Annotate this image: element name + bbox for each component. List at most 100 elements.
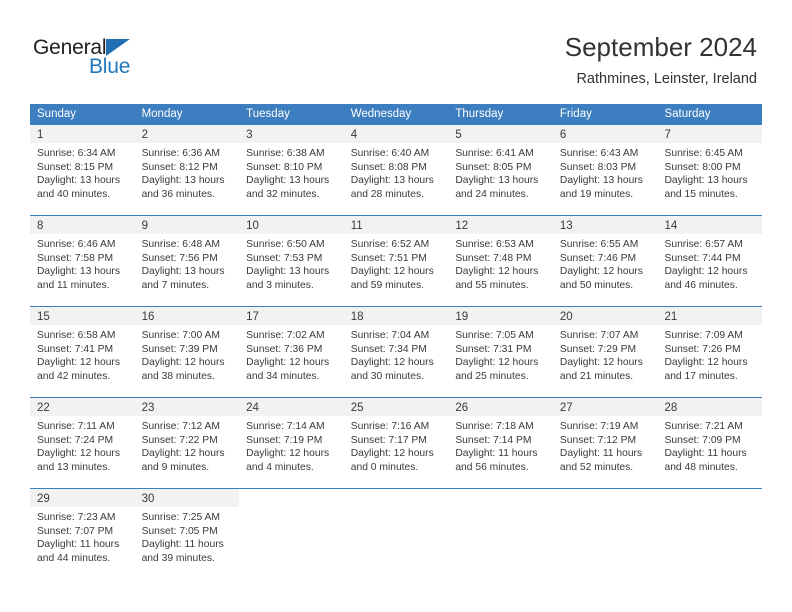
daylight-text-line1: Daylight: 11 hours — [664, 448, 747, 460]
week-separator — [30, 384, 762, 397]
daylight-text-line1: Daylight: 13 hours — [141, 175, 225, 187]
day-number: 5 — [455, 129, 462, 141]
generalblue-logo[interactable]: General Blue — [33, 36, 233, 82]
sunset-text: Sunset: 7:48 PM — [455, 252, 532, 264]
day-details: Sunrise: 6:57 AM Sunset: 7:44 PM Dayligh… — [657, 234, 762, 292]
day-number: 25 — [350, 402, 364, 414]
sunset-text: Sunset: 7:29 PM — [559, 343, 637, 355]
day-cell[interactable]: 19 Sunrise: 7:05 AM Sunset: 7:31 PM Dayl… — [448, 307, 553, 384]
daylight-text-line1: Daylight: 13 hours — [246, 266, 330, 278]
day-cell[interactable]: 21 Sunrise: 7:09 AM Sunset: 7:26 PM Dayl… — [657, 307, 763, 384]
day-number: 6 — [559, 129, 567, 141]
day-cell[interactable]: 29 Sunrise: 7:23 AM Sunset: 7:07 PM Dayl… — [30, 489, 135, 566]
day-cell[interactable]: 24 Sunrise: 7:14 AM Sunset: 7:19 PM Dayl… — [239, 398, 344, 475]
sunset-text: Sunset: 8:03 PM — [559, 161, 637, 173]
sunrise-text: Sunrise: 7:16 AM — [350, 421, 430, 432]
day-number: 29 — [37, 493, 50, 505]
day-number: 21 — [664, 311, 678, 323]
day-cell[interactable]: 10 Sunrise: 6:50 AM Sunset: 7:53 PM Dayl… — [239, 216, 344, 293]
day-number-band: 24 — [239, 398, 344, 416]
daylight-text-line2: and 24 minutes. — [455, 188, 529, 200]
daylight-text-line1: Daylight: 13 hours — [37, 266, 120, 278]
day-cell[interactable]: 27 Sunrise: 7:19 AM Sunset: 7:12 PM Dayl… — [552, 398, 658, 475]
day-cell[interactable]: 18 Sunrise: 7:04 AM Sunset: 7:34 PM Dayl… — [343, 307, 449, 384]
day-details: Sunrise: 7:18 AM Sunset: 7:14 PM Dayligh… — [448, 416, 553, 474]
day-cell[interactable]: 2 Sunrise: 6:36 AM Sunset: 8:12 PM Dayli… — [134, 125, 240, 202]
sunrise-text: Sunrise: 6:53 AM — [455, 239, 534, 250]
day-cell[interactable]: 1 Sunrise: 6:34 AM Sunset: 8:15 PM Dayli… — [30, 125, 135, 202]
day-cell[interactable]: 9 Sunrise: 6:48 AM Sunset: 7:56 PM Dayli… — [134, 216, 240, 293]
week-separator — [30, 202, 762, 215]
day-cell[interactable]: 26 Sunrise: 7:18 AM Sunset: 7:14 PM Dayl… — [448, 398, 553, 475]
daylight-text-line1: Daylight: 13 hours — [141, 266, 225, 278]
day-number-band: 1 — [30, 125, 135, 143]
daylight-text-line2: and 46 minutes. — [664, 279, 738, 291]
sunrise-text: Sunrise: 7:09 AM — [664, 330, 743, 341]
day-cell[interactable]: 5 Sunrise: 6:41 AM Sunset: 8:05 PM Dayli… — [448, 125, 553, 202]
sunset-text: Sunset: 7:36 PM — [246, 343, 323, 355]
daylight-text-line2: and 36 minutes. — [141, 188, 215, 200]
day-cell[interactable]: 14 Sunrise: 6:57 AM Sunset: 7:44 PM Dayl… — [657, 216, 763, 293]
day-cell[interactable]: 23 Sunrise: 7:12 AM Sunset: 7:22 PM Dayl… — [134, 398, 240, 475]
daylight-text-line2: and 44 minutes. — [37, 552, 111, 564]
daylight-text-line2: and 7 minutes. — [141, 279, 210, 291]
day-number: 9 — [141, 220, 148, 232]
day-cell[interactable]: 6 Sunrise: 6:43 AM Sunset: 8:03 PM Dayli… — [552, 125, 658, 202]
day-number-band — [239, 489, 344, 507]
day-number-band: 8 — [30, 216, 135, 234]
day-cell[interactable]: 8 Sunrise: 6:46 AM Sunset: 7:58 PM Dayli… — [30, 216, 135, 293]
day-details: Sunrise: 6:36 AM Sunset: 8:12 PM Dayligh… — [135, 143, 240, 201]
day-number-band: 11 — [343, 216, 449, 234]
day-number: 30 — [141, 493, 155, 505]
day-cell[interactable]: 7 Sunrise: 6:45 AM Sunset: 8:00 PM Dayli… — [657, 125, 763, 202]
day-cell[interactable]: 25 Sunrise: 7:16 AM Sunset: 7:17 PM Dayl… — [343, 398, 449, 475]
daylight-text-line2: and 13 minutes. — [37, 461, 111, 473]
day-details: Sunrise: 6:48 AM Sunset: 7:56 PM Dayligh… — [135, 234, 240, 292]
sunrise-text: Sunrise: 7:21 AM — [664, 421, 743, 432]
day-number-band: 7 — [657, 125, 763, 143]
daylight-text-line2: and 52 minutes. — [559, 461, 634, 473]
day-cell[interactable]: 11 Sunrise: 6:52 AM Sunset: 7:51 PM Dayl… — [343, 216, 449, 293]
day-number-band: 18 — [343, 307, 449, 325]
day-cell[interactable]: 17 Sunrise: 7:02 AM Sunset: 7:36 PM Dayl… — [239, 307, 344, 384]
daylight-text-line1: Daylight: 12 hours — [350, 448, 434, 460]
day-details: Sunrise: 6:38 AM Sunset: 8:10 PM Dayligh… — [239, 143, 344, 201]
day-cell[interactable]: 16 Sunrise: 7:00 AM Sunset: 7:39 PM Dayl… — [134, 307, 240, 384]
daylight-text-line1: Daylight: 12 hours — [664, 266, 748, 278]
day-number-band: 30 — [134, 489, 240, 507]
triangle-icon — [106, 39, 130, 56]
title-block: September 2024 Rathmines, Leinster, Irel… — [565, 30, 757, 90]
day-number-band: 25 — [343, 398, 449, 416]
sunrise-text: Sunrise: 7:18 AM — [455, 421, 534, 432]
day-cell[interactable]: 28 Sunrise: 7:21 AM Sunset: 7:09 PM Dayl… — [657, 398, 763, 475]
weekday-header-thursday: Thursday — [455, 108, 504, 120]
day-cell[interactable]: 12 Sunrise: 6:53 AM Sunset: 7:48 PM Dayl… — [448, 216, 553, 293]
sunset-text: Sunset: 7:58 PM — [37, 252, 114, 264]
sunrise-text: Sunrise: 6:57 AM — [664, 239, 743, 250]
day-cell[interactable]: 30 Sunrise: 7:25 AM Sunset: 7:05 PM Dayl… — [134, 489, 240, 566]
sunrise-text: Sunrise: 7:02 AM — [246, 330, 325, 341]
day-number-band: 14 — [657, 216, 763, 234]
day-cell-empty — [448, 489, 553, 566]
daylight-text-line2: and 40 minutes. — [37, 188, 111, 200]
daylight-text-line1: Daylight: 12 hours — [246, 448, 330, 460]
day-cell[interactable]: 4 Sunrise: 6:40 AM Sunset: 8:08 PM Dayli… — [343, 125, 449, 202]
day-cell[interactable]: 13 Sunrise: 6:55 AM Sunset: 7:46 PM Dayl… — [552, 216, 658, 293]
day-cell[interactable]: 3 Sunrise: 6:38 AM Sunset: 8:10 PM Dayli… — [239, 125, 344, 202]
day-details — [344, 507, 449, 511]
day-number-band — [657, 489, 763, 507]
sunrise-text: Sunrise: 7:04 AM — [350, 330, 430, 341]
daylight-text-line2: and 19 minutes. — [559, 188, 634, 200]
day-cell[interactable]: 20 Sunrise: 7:07 AM Sunset: 7:29 PM Dayl… — [552, 307, 658, 384]
page-title: September 2024 — [564, 32, 757, 62]
daylight-text-line2: and 30 minutes. — [350, 370, 425, 382]
sunset-text: Sunset: 8:05 PM — [455, 161, 532, 173]
day-number-band: 15 — [30, 307, 135, 325]
day-number-band: 23 — [134, 398, 240, 416]
day-cell[interactable]: 15 Sunrise: 6:58 AM Sunset: 7:41 PM Dayl… — [30, 307, 135, 384]
day-cell[interactable]: 22 Sunrise: 7:11 AM Sunset: 7:24 PM Dayl… — [30, 398, 135, 475]
calendar-grid: Sunday Monday Tuesday Wednesday Thursday… — [30, 104, 763, 566]
day-number: 24 — [246, 402, 259, 414]
sunset-text: Sunset: 7:39 PM — [141, 343, 218, 355]
sunrise-text: Sunrise: 6:46 AM — [37, 239, 116, 250]
